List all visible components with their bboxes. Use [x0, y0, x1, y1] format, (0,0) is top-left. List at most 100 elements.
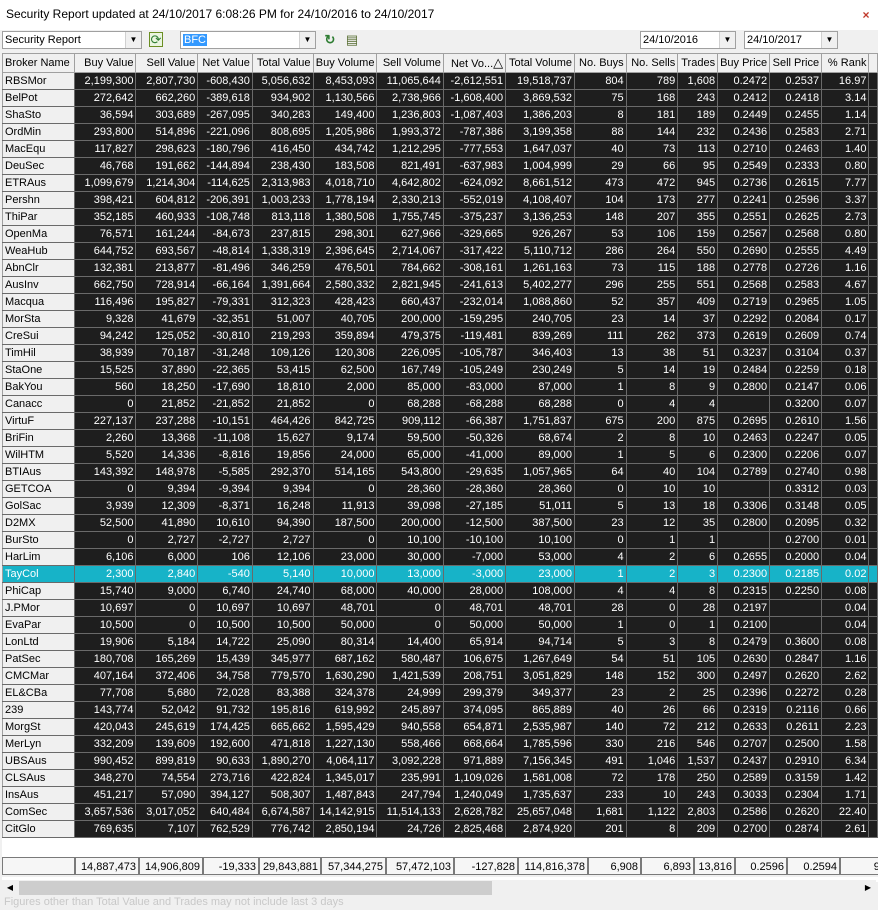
table-cell[interactable]: 0.2412	[717, 89, 771, 107]
table-cell[interactable]: 1.40	[821, 140, 870, 158]
table-cell[interactable]: 273,716	[197, 769, 253, 787]
table-cell[interactable]: 144	[626, 123, 679, 141]
table-cell[interactable]: 237,288	[135, 412, 199, 430]
table-cell[interactable]: 13,368	[135, 429, 199, 447]
table-cell[interactable]: 23,000	[505, 565, 575, 583]
table-cell[interactable]: 8	[677, 633, 719, 651]
table-cell[interactable]: 473	[574, 174, 627, 192]
table-row[interactable]: CMCMar 407,164 372,406 34,758 779,570 1,630,2…	[2, 667, 878, 685]
table-row[interactable]: BakYou 560 18,250 -17,690 18,810 2,000 85,000-…	[2, 378, 878, 396]
table-cell[interactable]: -29,635	[443, 463, 507, 481]
table-cell[interactable]: -159,295	[443, 310, 507, 328]
scrollbar-thumb[interactable]	[19, 881, 492, 895]
table-cell[interactable]: 90,633	[197, 752, 253, 770]
broker-name-cell[interactable]: AusInv	[2, 276, 75, 294]
table-cell[interactable]: 161,244	[135, 225, 199, 243]
table-cell[interactable]: 230,249	[505, 361, 575, 379]
table-cell[interactable]: 0	[313, 395, 378, 413]
table-cell[interactable]: 10,500	[197, 616, 253, 634]
table-cell[interactable]: 68,288	[505, 395, 575, 413]
table-cell[interactable]: 0.2589	[717, 769, 771, 787]
table-cell[interactable]: 2,000	[313, 378, 378, 396]
table-cell[interactable]: 660,437	[376, 293, 444, 311]
table-cell[interactable]: 0.2800	[717, 514, 771, 532]
table-cell[interactable]: 808,695	[252, 123, 314, 141]
col-header[interactable]: Buy Value	[73, 53, 137, 73]
table-cell[interactable]: 143,774	[74, 701, 137, 719]
table-cell[interactable]: -787,386	[443, 123, 507, 141]
table-cell[interactable]: 76,571	[74, 225, 137, 243]
broker-name-cell[interactable]: Canacc	[2, 395, 75, 413]
table-cell[interactable]: -777,553	[443, 140, 507, 158]
table-cell[interactable]: 0.2586	[717, 803, 771, 821]
table-cell[interactable]: 2,803	[677, 803, 719, 821]
table-cell[interactable]: 0.07	[821, 446, 870, 464]
table-cell[interactable]: 40,705	[313, 310, 378, 328]
table-cell[interactable]: 662,750	[74, 276, 137, 294]
table-cell[interactable]: 416,450	[252, 140, 314, 158]
table-row[interactable]: MacEqu 117,827 298,623 -180,796 416,450 434,7…	[2, 140, 878, 158]
table-cell[interactable]: 1,581,008	[505, 769, 575, 787]
table-cell[interactable]: 77,708	[74, 684, 137, 702]
broker-name-cell[interactable]: AbnClr	[2, 259, 75, 277]
table-cell[interactable]: 865,889	[505, 701, 575, 719]
table-cell[interactable]: 51,011	[505, 497, 575, 515]
table-cell[interactable]: 471,818	[252, 735, 314, 753]
table-cell[interactable]: 50,000	[505, 616, 575, 634]
table-cell[interactable]: 28,360	[505, 480, 575, 498]
table-cell[interactable]: 14	[626, 310, 679, 328]
table-cell[interactable]: 213,877	[135, 259, 199, 277]
table-cell[interactable]: 51	[626, 650, 679, 668]
table-cell[interactable]: -83,000	[443, 378, 507, 396]
table-cell[interactable]: -540	[197, 565, 253, 583]
table-cell[interactable]: 0.2551	[717, 208, 771, 226]
table-cell[interactable]: 0.2250	[769, 582, 823, 600]
table-cell[interactable]: 15,439	[197, 650, 253, 668]
table-cell[interactable]: 2,313,983	[252, 174, 314, 192]
table-cell[interactable]: 4	[626, 395, 679, 413]
table-cell[interactable]: 87,000	[505, 378, 575, 396]
table-cell[interactable]: -105,249	[443, 361, 507, 379]
table-cell[interactable]: 1,205,986	[313, 123, 378, 141]
table-cell[interactable]: 12,309	[135, 497, 199, 515]
table-cell[interactable]: 94,714	[505, 633, 575, 651]
table-cell[interactable]: 85,000	[376, 378, 444, 396]
table-cell[interactable]: 8	[574, 106, 627, 124]
table-cell[interactable]: -30,810	[197, 327, 253, 345]
table-cell[interactable]: 243	[677, 786, 719, 804]
table-cell[interactable]: 10,500	[252, 616, 314, 634]
table-cell[interactable]: 2	[626, 684, 679, 702]
table-cell[interactable]: 41,679	[135, 310, 199, 328]
table-cell[interactable]: 57,090	[135, 786, 199, 804]
table-cell[interactable]: 1	[574, 616, 627, 634]
chevron-down-icon[interactable]: ▼	[125, 32, 141, 48]
table-cell[interactable]: 340,283	[252, 106, 314, 124]
table-cell[interactable]: 1,227,130	[313, 735, 378, 753]
table-cell[interactable]: 779,570	[252, 667, 314, 685]
table-cell[interactable]: 409	[677, 293, 719, 311]
table-cell[interactable]: 0.2259	[769, 361, 823, 379]
table-row[interactable]: HarLim 6,106 6,000 106 12,106 23,000 30,000 -7,…	[2, 548, 878, 566]
table-cell[interactable]: 173	[626, 191, 679, 209]
table-cell[interactable]: 148	[574, 208, 627, 226]
table-cell[interactable]: -68,288	[443, 395, 507, 413]
broker-name-cell[interactable]: MorSta	[2, 310, 75, 328]
broker-name-cell[interactable]: ShaSto	[2, 106, 75, 124]
table-cell[interactable]: 1,046	[626, 752, 679, 770]
broker-name-cell[interactable]: CLSAus	[2, 769, 75, 787]
table-cell[interactable]: 51,007	[252, 310, 314, 328]
table-cell[interactable]: 839,269	[505, 327, 575, 345]
table-cell[interactable]: 72	[626, 718, 679, 736]
table-cell[interactable]: 0.3159	[769, 769, 823, 787]
table-row[interactable]: 239 143,774 52,042 91,732 195,816 619,992 245,…	[2, 701, 878, 719]
date-from-picker[interactable]: 24/10/2016 ▼	[640, 31, 736, 49]
broker-name-cell[interactable]: 239	[2, 701, 75, 719]
col-header[interactable]: Sell Volume	[376, 53, 444, 73]
report-type-select[interactable]: Security Report ▼	[2, 31, 142, 49]
table-cell[interactable]: -8,816	[197, 446, 253, 464]
table-cell[interactable]: 18,810	[252, 378, 314, 396]
table-cell[interactable]: 0.3306	[717, 497, 771, 515]
table-row[interactable]: GETCOA 0 9,394 -9,394 9,394 0 28,360 -28,360 28,…	[2, 480, 878, 498]
table-cell[interactable]: 4,018,710	[313, 174, 378, 192]
table-cell[interactable]: 53,415	[252, 361, 314, 379]
